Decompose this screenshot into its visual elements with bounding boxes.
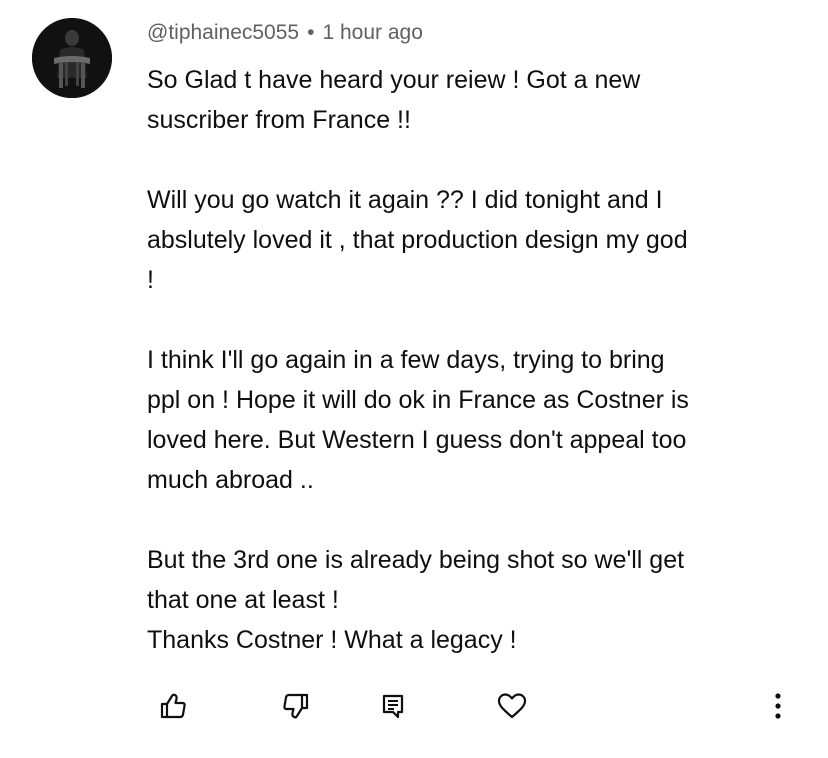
paragraph: I think I'll go again in a few days, try… [147,340,807,500]
text-line: suscriber from France !! [147,106,411,134]
text-line: But the 3rd one is already being shot so… [147,546,685,574]
text-line: ppl on ! Hope it will do ok in France as… [147,386,689,414]
text-line: that one at least ! [147,586,339,614]
comment-header: @tiphainec5055 • 1 hour ago [147,19,423,47]
paragraph: Will you go watch it again ?? I did toni… [147,180,807,300]
thumbs-down-icon [283,693,309,719]
thumbs-up-icon [160,693,186,719]
author-handle[interactable]: @tiphainec5055 [147,21,299,44]
avatar[interactable] [32,18,112,98]
text-line: much abroad .. [147,466,314,494]
like-button[interactable] [153,684,193,728]
comment-thread-item: @tiphainec5055 • 1 hour ago So Glad t have… [0,0,828,758]
comment-text: So Glad t have heard your reiew ! Got a … [147,60,807,660]
separator: • [307,21,315,44]
dislike-button[interactable] [276,684,316,728]
heart-icon [497,693,527,719]
text-line: Thanks Costner ! What a legacy ! [147,626,517,654]
avatar-image [32,18,112,98]
more-vertical-icon [775,693,781,719]
timestamp[interactable]: 1 hour ago [322,21,422,44]
text-line: abslutely loved it , that production des… [147,226,688,254]
reply-button[interactable] [373,684,413,728]
text-line: So Glad t have heard your reiew ! Got a … [147,66,641,94]
text-line: loved here. But Western I guess don't ap… [147,426,687,454]
text-line: Will you go watch it again ?? I did toni… [147,186,663,214]
reply-icon [382,694,404,719]
text-line: I think I'll go again in a few days, try… [147,346,665,374]
paragraph: So Glad t have heard your reiew ! Got a … [147,60,807,140]
more-options-button[interactable] [758,684,798,728]
heart-button[interactable] [492,684,532,728]
comment-actions [0,684,828,728]
text-line: ! [147,266,154,294]
paragraph: But the 3rd one is already being shot so… [147,540,807,660]
